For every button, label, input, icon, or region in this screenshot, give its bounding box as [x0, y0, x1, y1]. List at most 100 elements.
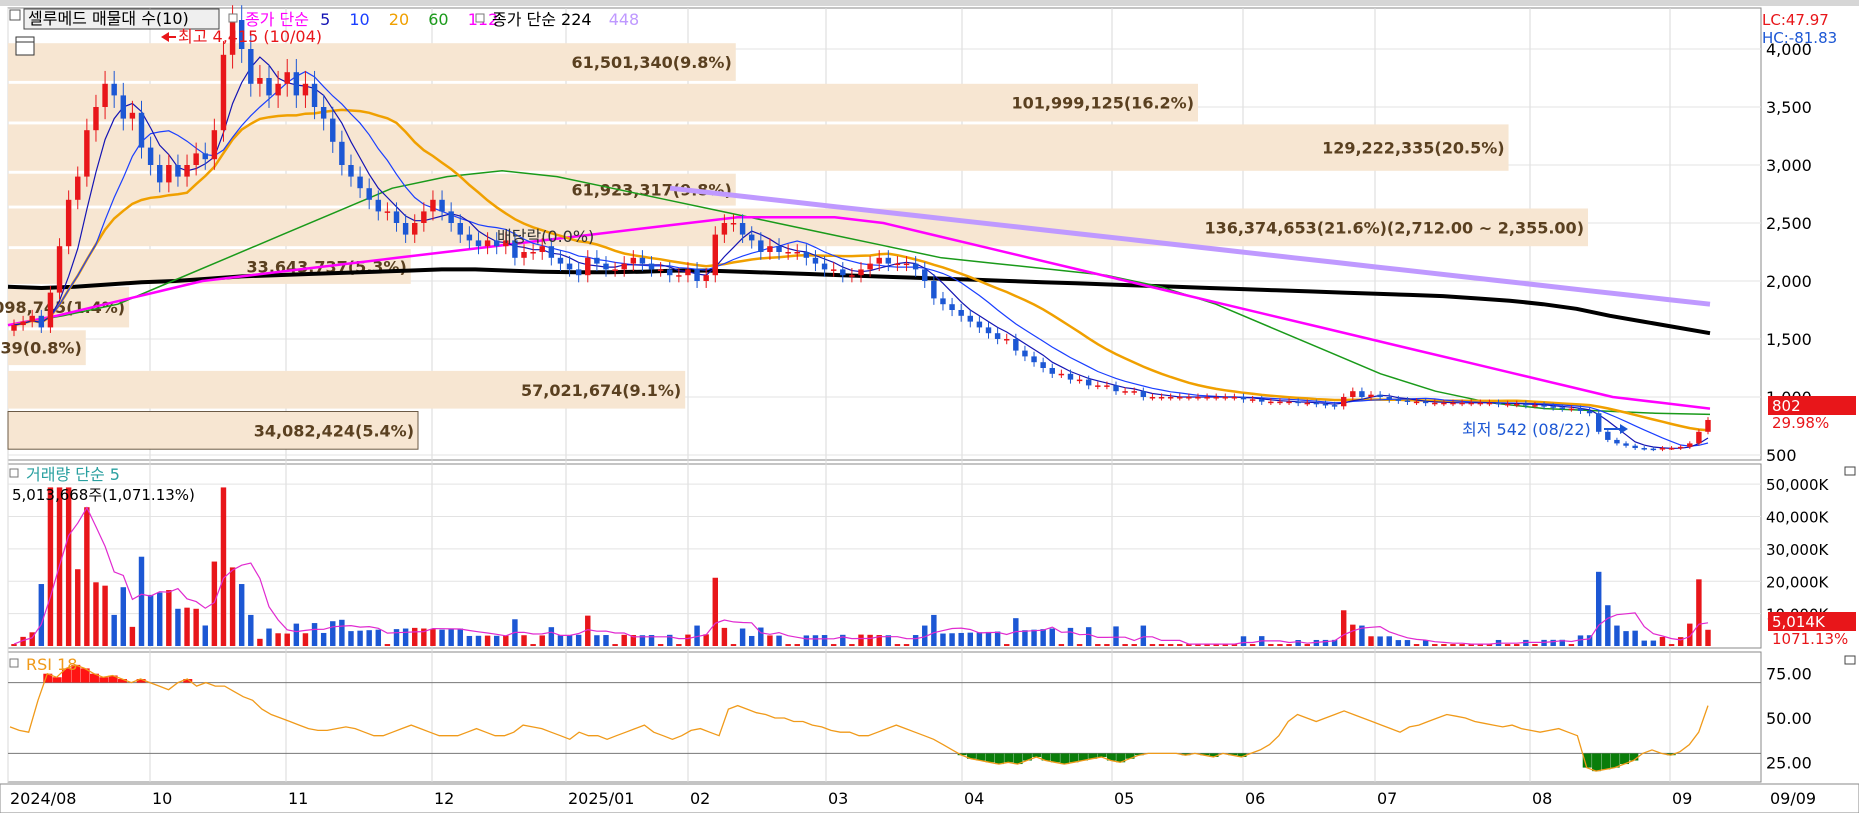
volume-tick-label: 30,000K [1766, 541, 1829, 559]
candle-body [1277, 401, 1283, 404]
candle-body [557, 257, 564, 264]
candle-body [566, 263, 573, 270]
candle-body [1395, 399, 1402, 401]
stock-chart-window: 61,501,340(9.8%) 101,999,125(16.2%) 129,22… [0, 0, 1859, 813]
volume-bar [1386, 636, 1392, 646]
candle-body [776, 246, 782, 252]
volume-bar [976, 632, 983, 646]
ma-period-20: 20 [389, 10, 409, 29]
candle-body [1687, 443, 1693, 447]
price-tick-label: 3,000 [1766, 156, 1812, 175]
candle-body [639, 257, 646, 264]
candle-body [1340, 397, 1347, 407]
volume-bar [348, 631, 354, 646]
candle-body [175, 165, 181, 177]
candle-body [393, 211, 400, 223]
candle-body [293, 72, 300, 96]
volume-bar [75, 569, 81, 646]
candle-body [530, 252, 536, 254]
volume-panel-minimize-icon[interactable] [1844, 466, 1856, 476]
candle-body [375, 199, 382, 212]
volume-bar [330, 621, 336, 646]
ma-legend-box-icon[interactable] [228, 13, 238, 23]
candle-body [1532, 405, 1538, 407]
candle-body [1623, 443, 1629, 446]
candle-body [330, 118, 336, 142]
current-volume-badge: 5,014K [1772, 613, 1826, 631]
rsi-overbought-fill [52, 677, 62, 683]
volume-bar [1659, 636, 1666, 646]
candle-body [1104, 385, 1110, 387]
candle-body [894, 263, 901, 266]
volume-bar [1004, 644, 1010, 646]
volume-bar [1268, 644, 1274, 646]
volume-bar [1095, 644, 1101, 646]
volume-bar [357, 630, 363, 646]
calendar-icon[interactable] [15, 36, 35, 56]
high-annotation-text: 최고 4,415 (10/04) [178, 27, 322, 46]
candle-body [412, 223, 418, 235]
volume-bar [1623, 631, 1629, 646]
volume-bar [1085, 627, 1092, 646]
volume-bar [84, 507, 90, 646]
candle-body [1586, 410, 1593, 414]
candle-body [339, 141, 345, 165]
legend-toggle-icon[interactable] [9, 9, 21, 21]
candle-body [967, 315, 974, 322]
rsi-legend-box-icon[interactable] [9, 658, 19, 668]
lc-label: LC:47.97 [1762, 11, 1829, 29]
rsi-oversold-fill [1097, 753, 1107, 757]
candle-body [630, 257, 637, 264]
ma-period-10: 10 [349, 10, 369, 29]
candle-body [102, 83, 108, 107]
volume-bar [767, 635, 773, 646]
chart-canvas[interactable]: 61,501,340(9.8%) 101,999,125(16.2%) 129,22… [0, 0, 1859, 813]
volume-bar [821, 635, 828, 646]
candle-body [858, 269, 864, 276]
hc-label: HC:-81.83 [1762, 29, 1837, 47]
long-ma-prefix: 종가 단순 224 [492, 10, 592, 29]
volume-bar [1177, 644, 1183, 646]
volume-bar [1058, 644, 1065, 646]
volume-bar [1641, 640, 1647, 646]
candle-body [11, 325, 17, 331]
volume-bar [1277, 644, 1283, 646]
price-tick-label: 500 [1766, 446, 1797, 465]
candle-body [767, 246, 773, 252]
candle-body [47, 292, 54, 328]
candle-body [1377, 394, 1383, 397]
candle-body [1095, 385, 1101, 387]
rsi-legend-text: RSI 18 [26, 655, 77, 674]
volume-bar [785, 644, 791, 646]
candle-body [812, 257, 819, 264]
volume-bar [931, 614, 937, 646]
rsi-panel-minimize-icon[interactable] [1844, 655, 1856, 665]
volume-bar [275, 633, 281, 646]
x-axis-tick-label: 07 [1377, 789, 1397, 808]
candle-body [976, 321, 983, 328]
candle-body [703, 275, 709, 281]
volume-bar [730, 644, 737, 646]
current-volume-ratio: 1071.13% [1772, 630, 1848, 648]
long-ma-legend-box-icon[interactable] [475, 13, 485, 23]
volume-bar [302, 633, 309, 646]
candle-body [1158, 397, 1165, 399]
candle-body [1404, 400, 1411, 402]
volume-bar [858, 634, 864, 646]
volume-bar [284, 633, 290, 646]
volume-bar [566, 635, 573, 646]
candle-body [1331, 405, 1338, 407]
x-axis-tick-label: 05 [1114, 789, 1134, 808]
candle-body [803, 252, 810, 258]
volume-bar [1532, 644, 1538, 646]
volume-legend-box-icon[interactable] [9, 468, 19, 478]
volume-bar [457, 628, 463, 646]
volume-bar [220, 487, 227, 646]
volume-bar [1022, 630, 1028, 646]
candle-body [1249, 399, 1256, 401]
candle-body [794, 252, 800, 254]
volume-bar [985, 631, 992, 646]
volume-bar [1377, 636, 1383, 646]
volume-bar [1395, 640, 1402, 646]
price-tick-label: 2,000 [1766, 272, 1812, 291]
